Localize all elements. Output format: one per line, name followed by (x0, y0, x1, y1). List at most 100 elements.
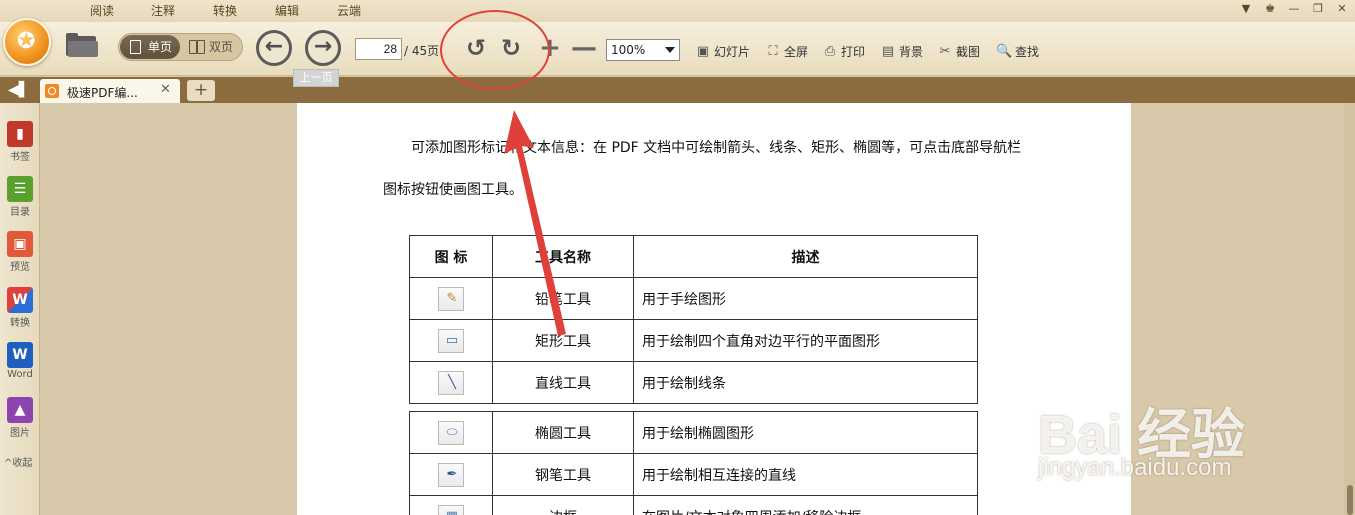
cell-description: 用于绘制线条 (633, 361, 978, 404)
minimize-icon[interactable]: — (1287, 2, 1301, 15)
cell-description: 在图片/文本对象四周添加/移除边框 (633, 495, 978, 515)
next-page-button[interactable]: → (305, 30, 341, 66)
annotation-circle (440, 10, 550, 90)
sidebar-item-bookmarks[interactable]: ▮ 书签 (3, 121, 37, 163)
background-button[interactable]: ▤ 背景 (880, 42, 923, 60)
sidebar-label: 目录 (10, 207, 30, 218)
pen-icon: ✒ (438, 462, 464, 487)
screenshot-label: 截图 (956, 44, 981, 59)
left-sidebar: ▮ 书签 ☰ 目录 ▣ 预览 W 转换 W Word ▲ 图片 ^收起 (0, 103, 40, 515)
table-row: ╲ 直线工具 用于绘制线条 (409, 361, 978, 404)
sidebar-item-preview[interactable]: ▣ 预览 (3, 231, 37, 273)
zoom-out-icon[interactable]: — (571, 34, 597, 62)
close-tab-icon[interactable]: ✕ (160, 82, 171, 97)
tooltip: 上一页 (293, 69, 339, 87)
slideshow-icon: ▣ (696, 43, 710, 59)
baidu-watermark: Bai 经验 jingyan.baidu.com (1038, 372, 1298, 492)
cell-tool-name: 椭圆工具 (492, 411, 634, 454)
table-row: ✒ 钢笔工具 用于绘制相互连接的直线 (409, 453, 978, 496)
app-logo[interactable] (3, 18, 51, 66)
vertical-scrollbar[interactable] (1344, 103, 1355, 515)
double-page-icon-b (197, 40, 205, 54)
bookmark-icon: ▮ (7, 121, 33, 147)
print-label: 打印 (841, 44, 866, 59)
watermark-url: jingyan.baidu.com (1038, 454, 1232, 481)
cell-tool-name: 边框 (492, 495, 634, 515)
close-window-icon[interactable]: ✕ (1335, 2, 1349, 15)
double-page-button[interactable]: 双页 (183, 35, 241, 59)
sidebar-toggle-icon[interactable]: ◀▌ (8, 83, 30, 97)
tools-table-2: ⬭ 椭圆工具 用于绘制椭圆图形 ✒ 钢笔工具 用于绘制相互连接的直线 ▦ 边框 … (409, 411, 978, 515)
fullscreen-label: 全屏 (784, 44, 809, 59)
line-icon: ╲ (438, 370, 464, 395)
cell-icon: ⬭ (409, 411, 493, 454)
open-folder-icon[interactable] (64, 32, 98, 58)
single-page-button[interactable]: 单页 (120, 35, 180, 59)
cell-tool-name: 钢笔工具 (492, 453, 634, 496)
toc-icon: ☰ (7, 176, 33, 202)
header-description: 描述 (633, 235, 978, 278)
maximize-icon[interactable]: ❐ (1311, 2, 1325, 15)
menu-tab-edit[interactable]: 编辑 (249, 1, 325, 23)
cell-tool-name: 直线工具 (492, 361, 634, 404)
single-page-icon (130, 40, 141, 54)
sidebar-item-convert[interactable]: W 转换 (3, 287, 37, 329)
table-row: ⬭ 椭圆工具 用于绘制椭圆图形 (409, 411, 978, 454)
rectangle-icon: ▭ (438, 328, 464, 353)
sidebar-item-toc[interactable]: ☰ 目录 (3, 176, 37, 218)
dropdown-icon[interactable]: ▼ (1239, 2, 1253, 15)
view-mode-toggle: 单页 双页 (118, 33, 243, 61)
find-label: 查找 (1015, 44, 1040, 59)
screenshot-button[interactable]: ✂ 截图 (937, 42, 980, 60)
prev-page-button[interactable]: ← (256, 30, 292, 66)
cell-icon: ▦ (409, 495, 493, 515)
sidebar-label: 预览 (10, 262, 30, 273)
annotation-arrow (504, 110, 566, 336)
scissors-icon: ✂ (939, 43, 951, 59)
menu-tab-cloud[interactable]: 云端 (311, 1, 387, 23)
double-page-icon (189, 40, 197, 54)
zoom-select[interactable]: 100% (606, 39, 680, 61)
toolbar: 单页 双页 ← → / 45页 ↺ ↻ + — 100% ▣幻灯片 ⛶全屏 ⎙打… (0, 18, 1355, 76)
menu-tab-read[interactable]: 阅读 (64, 1, 140, 23)
page-number-input[interactable] (355, 38, 402, 60)
sidebar-label: 书签 (10, 152, 30, 163)
table-row: ✎ 铅笔工具 用于手绘图形 (409, 277, 978, 320)
scrollbar-thumb[interactable] (1347, 485, 1353, 515)
table-header-row: 图 标 工具名称 描述 (409, 235, 978, 278)
add-tab-button[interactable]: + (187, 80, 215, 101)
fullscreen-button[interactable]: ⛶ 全屏 (765, 42, 808, 60)
fullscreen-icon: ⛶ (768, 43, 778, 59)
find-button[interactable]: 🔍 查找 (996, 42, 1039, 60)
page-total: / 45页 (404, 44, 440, 58)
cell-description: 用于绘制相互连接的直线 (633, 453, 978, 496)
slideshow-label: 幻灯片 (714, 44, 751, 59)
menu-tab-convert[interactable]: 转换 (187, 1, 263, 23)
cell-icon: ✎ (409, 277, 493, 320)
border-icon: ▦ (438, 504, 464, 515)
image-icon: ▲ (7, 397, 33, 423)
sidebar-item-word[interactable]: W Word (3, 342, 37, 380)
print-button[interactable]: ⎙ 打印 (822, 42, 865, 60)
sidebar-label: 图片 (10, 428, 30, 439)
cell-icon: ✒ (409, 453, 493, 496)
background-icon: ▤ (881, 43, 895, 59)
pdf-to-word-icon: W (7, 287, 33, 313)
sidebar-item-image[interactable]: ▲ 图片 (3, 397, 37, 439)
menu-tab-annotate[interactable]: 注释 (125, 1, 201, 23)
menu-bar: 阅读 注释 转换 编辑 云端 ▼ ♚ — ❐ ✕ (0, 0, 1355, 23)
table-row: ▭ 矩形工具 用于绘制四个直角对边平行的平面图形 (409, 319, 978, 362)
collapse-sidebar-button[interactable]: ^收起 (4, 454, 32, 469)
search-icon: 🔍 (996, 43, 1013, 59)
skin-icon[interactable]: ♚ (1263, 2, 1277, 15)
cell-icon: ▭ (409, 319, 493, 362)
document-tab-title: 极速PDF编... (67, 86, 138, 100)
cell-description: 用于绘制椭圆图形 (633, 411, 978, 454)
document-tab[interactable]: 极速PDF编... ✕ (40, 79, 180, 103)
table-row: ▦ 边框 在图片/文本对象四周添加/移除边框 (409, 495, 978, 515)
word-icon: W (7, 342, 33, 368)
slideshow-button[interactable]: ▣ 幻灯片 (695, 42, 750, 60)
document-tab-bar: ◀▌ 极速PDF编... ✕ + (0, 77, 1355, 103)
pencil-icon: ✎ (438, 286, 464, 311)
cell-icon: ╲ (409, 361, 493, 404)
